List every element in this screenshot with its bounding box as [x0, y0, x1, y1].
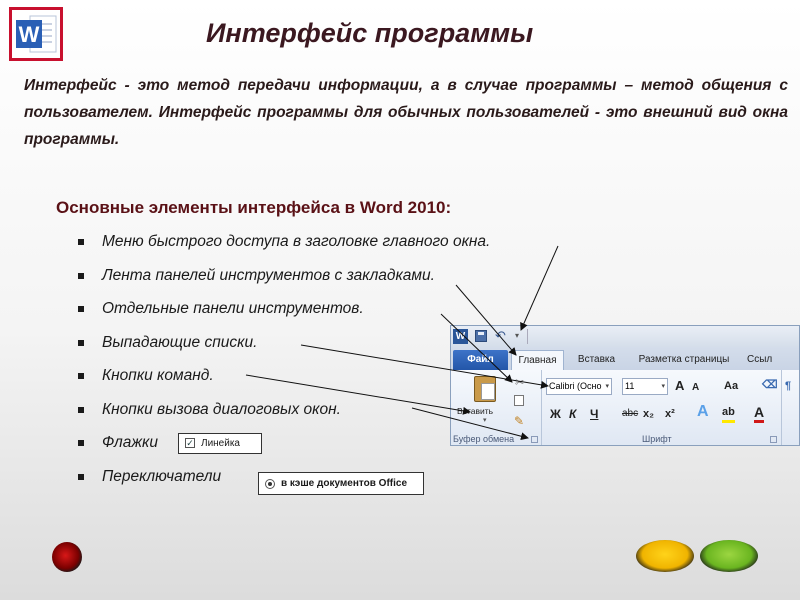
quick-access-toolbar: W ↶ ▾ [451, 326, 799, 347]
ribbon-panel: Вставить ▾ ✂ ✎ Буфер обмена Calibri (Осн… [451, 370, 799, 445]
save-icon[interactable] [475, 330, 487, 342]
clipboard-group-label: Буфер обмена [453, 434, 515, 444]
font-color-icon[interactable]: A [754, 404, 765, 423]
svg-text:W: W [19, 22, 40, 47]
font-name-select[interactable]: Calibri (Осно ▾ [546, 378, 612, 395]
list-item: Флажки [74, 429, 490, 463]
tab-home[interactable]: Главная [511, 350, 564, 370]
nav-menu-button[interactable] [636, 540, 694, 572]
tab-file[interactable]: Файл [453, 350, 508, 370]
font-group-label: Шрифт [642, 434, 672, 444]
format-painter-icon[interactable]: ✎ [514, 414, 524, 428]
intro-paragraph: Интерфейс - это метод передачи информаци… [24, 77, 788, 148]
nav-next-button[interactable] [700, 540, 758, 572]
paste-button-label[interactable]: Вставить [457, 406, 493, 416]
list-item: Лента панелей инструментов с закладками. [74, 262, 490, 296]
tab-insert[interactable]: Вставка [569, 350, 624, 370]
clipboard-group: Вставить ▾ ✂ ✎ Буфер обмена [451, 370, 542, 445]
clipboard-dialog-launcher-icon[interactable] [531, 436, 538, 443]
list-item: Отдельные панели инструментов. [74, 295, 490, 329]
word-ribbon: W ↶ ▾ Файл Главная Вставка Разметка стра… [450, 325, 800, 446]
highlight-color-icon[interactable]: ab [722, 404, 735, 423]
tab-page-layout[interactable]: Разметка страницы [628, 350, 740, 370]
chevron-down-icon: ▾ [661, 383, 665, 390]
superscript-button[interactable]: x² [665, 406, 675, 422]
qat-dropdown-icon[interactable]: ▾ [515, 331, 519, 340]
checkbox-checked-icon: ✓ [185, 438, 195, 448]
elements-list: Меню быстрого доступа в заголовке главно… [74, 228, 490, 496]
strikethrough-button[interactable]: abc [622, 406, 638, 422]
cache-radio-button[interactable]: в кэше документов Office [258, 472, 424, 495]
font-name-value: Calibri (Осно [549, 381, 602, 391]
font-size-value: 11 [625, 381, 635, 391]
checkbox-label: Линейка [201, 438, 240, 449]
cut-icon[interactable]: ✂ [515, 376, 524, 389]
clear-formatting-icon[interactable]: ⌫ [762, 377, 778, 393]
ruler-checkbox[interactable]: ✓ Линейка [178, 433, 262, 454]
shrink-font-button[interactable]: A [692, 380, 699, 396]
tab-references[interactable]: Ссыл [747, 350, 799, 370]
radio-label: в кэше документов Office [281, 478, 408, 489]
font-group: Calibri (Осно ▾ 11 ▾ A A Aa ⌫ Ж К Ч abc … [542, 370, 782, 445]
list-item: Кнопки вызова диалоговых окон. [74, 396, 490, 430]
font-dialog-launcher-icon[interactable] [770, 436, 777, 443]
radio-selected-icon [265, 479, 275, 489]
change-case-button[interactable]: Aa [724, 378, 738, 394]
section-subheading: Основные элементы интерфейса в Word 2010… [56, 198, 452, 217]
copy-icon[interactable] [514, 395, 524, 406]
paste-icon[interactable] [474, 376, 496, 402]
list-item: Кнопки команд. [74, 362, 490, 396]
styles-icon[interactable]: ¶ [785, 378, 791, 394]
list-item: Меню быстрого доступа в заголовке главно… [74, 228, 490, 262]
slide-title: Интерфейс программы [206, 18, 534, 48]
undo-icon[interactable]: ↶ [495, 328, 506, 344]
chevron-down-icon: ▾ [605, 383, 609, 390]
ribbon-tabs: Файл Главная Вставка Разметка страницы С… [451, 347, 799, 370]
arrow-quick-access [520, 245, 559, 331]
qat-separator [527, 329, 528, 344]
underline-button[interactable]: Ч [590, 406, 598, 422]
subscript-button[interactable]: x₂ [643, 406, 654, 422]
paragraph-group-partial: ¶ [782, 370, 799, 445]
paste-dropdown-icon[interactable]: ▾ [483, 416, 487, 424]
grow-font-button[interactable]: A [675, 378, 684, 394]
list-item: Выпадающие списки. [74, 329, 490, 363]
text-effects-icon[interactable]: A [697, 404, 709, 420]
nav-back-button[interactable] [52, 542, 82, 572]
bold-button[interactable]: Ж [550, 406, 561, 422]
italic-button[interactable]: К [569, 406, 576, 422]
font-size-select[interactable]: 11 ▾ [622, 378, 668, 395]
word-app-icon[interactable]: W [453, 329, 468, 344]
word-logo-icon: W [9, 7, 63, 61]
